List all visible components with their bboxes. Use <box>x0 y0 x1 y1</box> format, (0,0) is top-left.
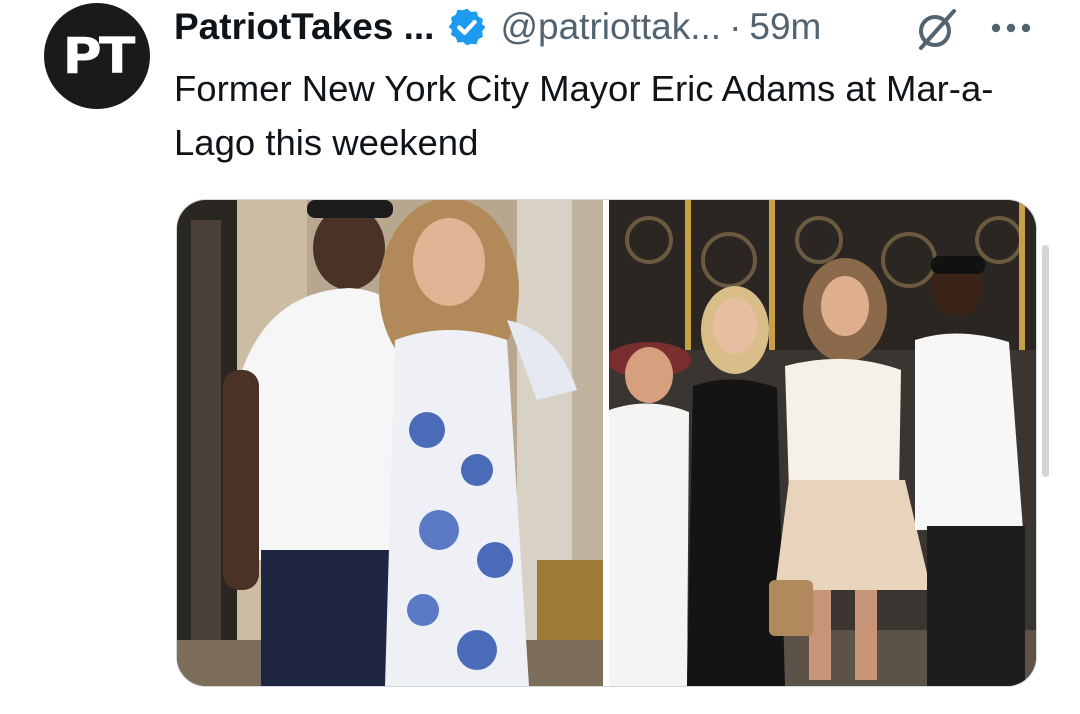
author-handle[interactable]: @patriottak... <box>500 6 721 48</box>
avatar[interactable]: PT <box>44 3 150 109</box>
photo-left[interactable] <box>177 200 603 686</box>
photo-left-image <box>177 200 603 686</box>
media-grid <box>176 199 1037 687</box>
verified-badge-icon[interactable] <box>446 6 488 48</box>
photo-right-image <box>609 200 1036 686</box>
tweet-header: PatriotTakes ... @patriottak... · 59m <box>174 2 821 52</box>
grok-icon[interactable] <box>914 6 960 52</box>
more-options-icon[interactable] <box>990 16 1032 40</box>
scrollbar[interactable] <box>1042 245 1049 477</box>
post-time[interactable]: 59m <box>749 6 821 48</box>
header-separator: · <box>729 6 742 47</box>
display-name[interactable]: PatriotTakes ... <box>174 6 434 48</box>
tweet[interactable]: PT PatriotTakes ... @patriottak... · 59m… <box>0 0 1080 714</box>
tweet-text: Former New York City Mayor Eric Adams at… <box>174 68 994 163</box>
avatar-initials: PT <box>62 27 135 85</box>
photo-right[interactable] <box>609 200 1036 686</box>
